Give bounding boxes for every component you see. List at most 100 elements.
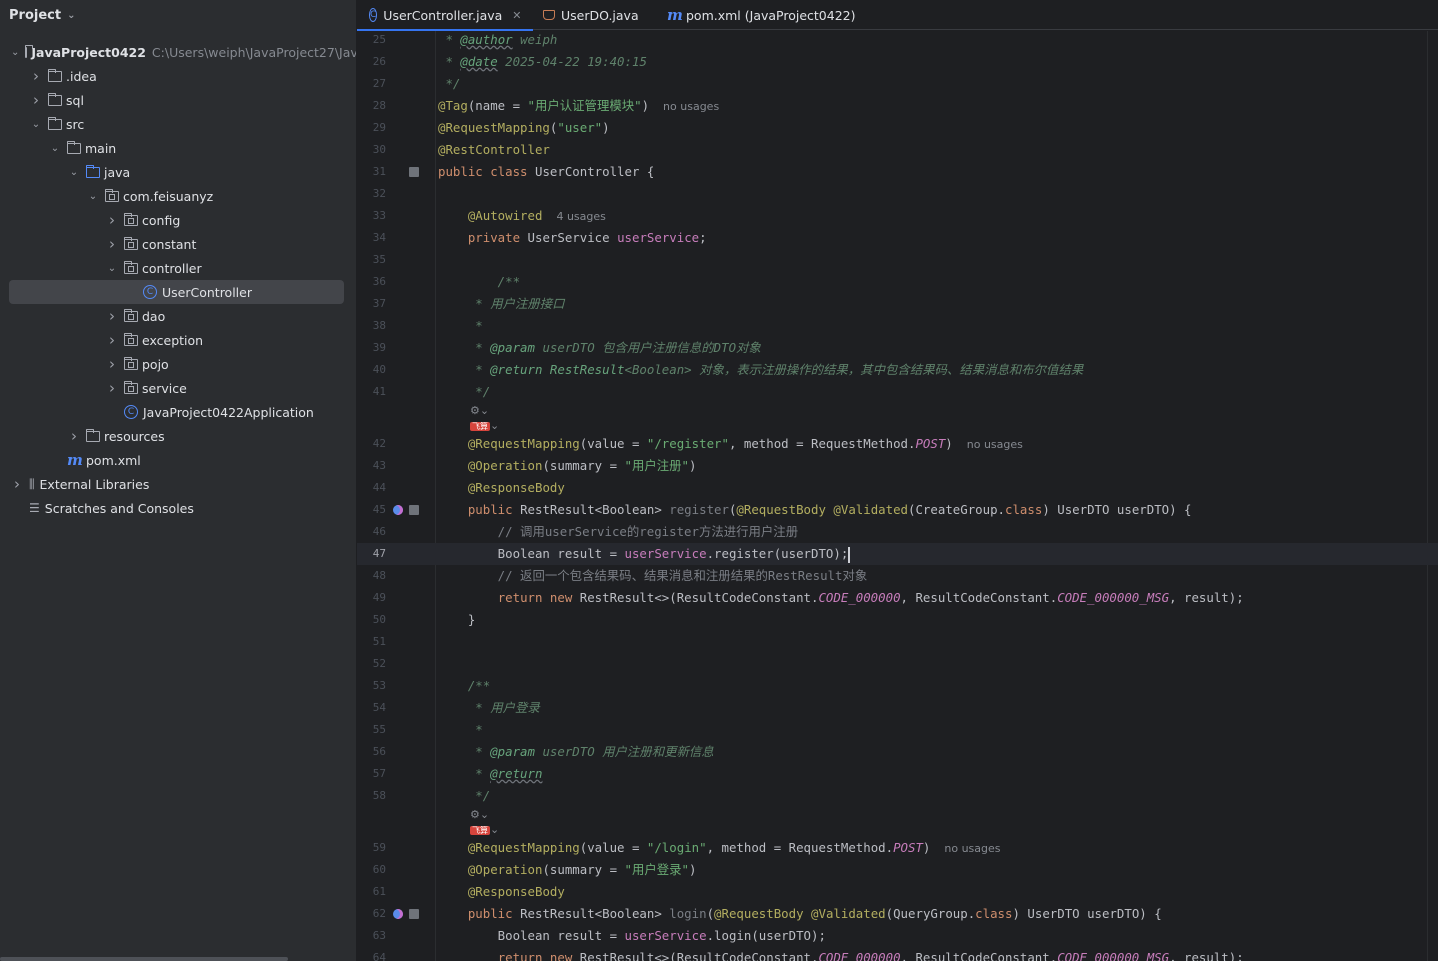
code-line[interactable]: 37 * 用户注册接口 <box>357 293 1438 315</box>
tree-item[interactable]: ⌄ controller <box>0 256 356 280</box>
chevron-right-icon[interactable]: › <box>106 307 118 325</box>
code-line[interactable]: 56 * @param userDTO 用户注册和更新信息 <box>357 741 1438 763</box>
code-line[interactable]: 60 @Operation(summary = "用户登录") <box>357 859 1438 881</box>
code-line[interactable]: 55 * <box>357 719 1438 741</box>
chevron-right-icon[interactable]: › <box>30 91 42 109</box>
code-line[interactable]: 62 public RestResult<Boolean> login(@Req… <box>357 903 1438 925</box>
code-line[interactable]: 42 @RequestMapping(value = "/register", … <box>357 433 1438 455</box>
code-line[interactable]: 26 * @date 2025-04-22 19:40:15 <box>357 51 1438 73</box>
ai-plugin-badge[interactable]: 飞算 ⌄ <box>470 823 499 838</box>
code-line[interactable]: 63 Boolean result = userService.login(us… <box>357 925 1438 947</box>
fold-marker-icon[interactable] <box>409 505 419 515</box>
editor-tab[interactable]: m pom.xml (JavaProject0422) <box>655 0 868 30</box>
code-line[interactable]: 49 return new RestResult<>(ResultCodeCon… <box>357 587 1438 609</box>
chevron-down-icon[interactable]: ⌄ <box>87 190 99 202</box>
horizontal-scrollbar[interactable] <box>0 957 288 961</box>
ai-action-icon[interactable]: ⚙⌄ <box>470 404 489 418</box>
code-line[interactable]: 59 @RequestMapping(value = "/login", met… <box>357 837 1438 859</box>
fold-marker-icon[interactable] <box>409 167 419 177</box>
tree-item[interactable]: C JavaProject0422Application <box>0 400 356 424</box>
code-line[interactable]: 34 private UserService userService; <box>357 227 1438 249</box>
chevron-down-icon[interactable]: ⌄ <box>106 262 118 274</box>
tree-item[interactable]: ⌄ main <box>0 136 356 160</box>
tree-item[interactable]: › pojo <box>0 352 356 376</box>
tree-item[interactable]: › exception <box>0 328 356 352</box>
code-line[interactable]: 45 public RestResult<Boolean> register(@… <box>357 499 1438 521</box>
tree-item[interactable]: ☰ Scratches and Consoles <box>0 496 356 520</box>
code-line[interactable]: 46 // 调用userService的register方法进行用户注册 <box>357 521 1438 543</box>
code-line[interactable]: 50 } <box>357 609 1438 631</box>
usages-hint[interactable]: no usages <box>663 100 719 113</box>
code-line[interactable]: 28 @Tag(name = "用户认证管理模块") no usages <box>357 95 1438 117</box>
code-line[interactable]: 27 */ <box>357 73 1438 95</box>
chevron-down-icon[interactable]: ⌄ <box>68 166 80 178</box>
tree-item[interactable]: › ⫼ External Libraries <box>0 472 356 496</box>
code-line[interactable]: 25 * @author weiph <box>357 31 1438 51</box>
chevron-right-icon[interactable]: › <box>106 379 118 397</box>
usages-hint[interactable]: 4 usages <box>556 210 605 223</box>
code-line[interactable]: 36 /** <box>357 271 1438 293</box>
code-line[interactable]: 53 /** <box>357 675 1438 697</box>
tree-item[interactable]: › service <box>0 376 356 400</box>
spring-bean-icon[interactable] <box>393 505 403 515</box>
tree-item[interactable]: › resources <box>0 424 356 448</box>
chevron-right-icon[interactable]: › <box>11 475 23 493</box>
tree-item[interactable]: C UserController <box>9 280 344 304</box>
editor-tab[interactable]: UserDO.java <box>533 0 655 30</box>
code-line[interactable]: 64 return new RestResult<>(ResultCodeCon… <box>357 947 1438 961</box>
tree-item[interactable]: ⌄ src <box>0 112 356 136</box>
code-line[interactable]: 57 * @return <box>357 763 1438 785</box>
code-line[interactable]: 40 * @return RestResult<Boolean> 对象，表示注册… <box>357 359 1438 381</box>
chevron-down-icon[interactable]: ⌄ <box>49 142 61 154</box>
tree-item[interactable]: ⌄ JavaProject0422 C:\Users\weiph\JavaProje… <box>0 40 356 64</box>
code-line[interactable]: 31 public class UserController { <box>357 161 1438 183</box>
tree-item[interactable]: › dao <box>0 304 356 328</box>
usages-hint[interactable]: no usages <box>967 438 1023 451</box>
ai-plugin-badge[interactable]: 飞算 ⌄ <box>470 419 499 434</box>
chevron-right-icon[interactable]: › <box>68 427 80 445</box>
chevron-right-icon[interactable]: › <box>106 211 118 229</box>
tree-item[interactable]: › .idea <box>0 64 356 88</box>
chevron-down-icon[interactable]: ⌄ <box>30 118 42 130</box>
code-line[interactable]: 35 <box>357 249 1438 271</box>
chevron-right-icon[interactable]: › <box>106 355 118 373</box>
project-view-selector[interactable]: Project ⌄ <box>0 0 356 30</box>
code-line[interactable]: 48 // 返回一个包含结果码、结果消息和注册结果的RestResult对象 <box>357 565 1438 587</box>
code-line[interactable]: 38 * <box>357 315 1438 337</box>
chevron-right-icon[interactable]: › <box>30 67 42 85</box>
code-line[interactable]: 47 Boolean result = userService.register… <box>357 543 1438 565</box>
chevron-down-icon[interactable]: ⌄ <box>11 46 19 58</box>
tree-item[interactable]: › constant <box>0 232 356 256</box>
code-line[interactable]: 32 <box>357 183 1438 205</box>
chevron-right-icon[interactable]: › <box>106 235 118 253</box>
usages-hint[interactable]: no usages <box>944 842 1000 855</box>
fold-marker-icon[interactable] <box>409 909 419 919</box>
tree-item[interactable]: › sql <box>0 88 356 112</box>
tree-item[interactable]: ⌄ com.feisuanyz <box>0 184 356 208</box>
code-line[interactable]: 61 @ResponseBody <box>357 881 1438 903</box>
editor-tab[interactable]: C UserController.java ✕ <box>357 0 533 31</box>
close-icon[interactable]: ✕ <box>512 9 521 22</box>
code-editor[interactable]: 25 * @author weiph 26 * @date 2025-04-22 … <box>357 31 1438 961</box>
code-line[interactable]: 39 * @param userDTO 包含用户注册信息的DTO对象 <box>357 337 1438 359</box>
line-number: 47 <box>372 547 386 560</box>
tree-item[interactable]: ⌄ java <box>0 160 356 184</box>
source-folder-icon <box>86 164 100 178</box>
code-token: @Tag <box>438 98 468 113</box>
code-line[interactable]: 30 @RestController <box>357 139 1438 161</box>
tree-item[interactable]: › config <box>0 208 356 232</box>
code-line[interactable]: 33 @Autowired 4 usages <box>357 205 1438 227</box>
chevron-right-icon[interactable]: › <box>106 331 118 349</box>
tree-item[interactable]: m pom.xml <box>0 448 356 472</box>
code-line[interactable]: 41 */ <box>357 381 1438 403</box>
ai-action-icon[interactable]: ⚙⌄ <box>470 808 489 822</box>
code-line[interactable]: 44 @ResponseBody <box>357 477 1438 499</box>
code-line[interactable]: 52 <box>357 653 1438 675</box>
code-line[interactable]: 43 @Operation(summary = "用户注册") <box>357 455 1438 477</box>
code-line[interactable]: 29 @RequestMapping("user") <box>357 117 1438 139</box>
code-text: */ <box>438 381 490 403</box>
code-line[interactable]: 51 <box>357 631 1438 653</box>
code-line[interactable]: 54 * 用户登录 <box>357 697 1438 719</box>
spring-bean-icon[interactable] <box>393 909 403 919</box>
code-line[interactable]: 58 */ <box>357 785 1438 807</box>
